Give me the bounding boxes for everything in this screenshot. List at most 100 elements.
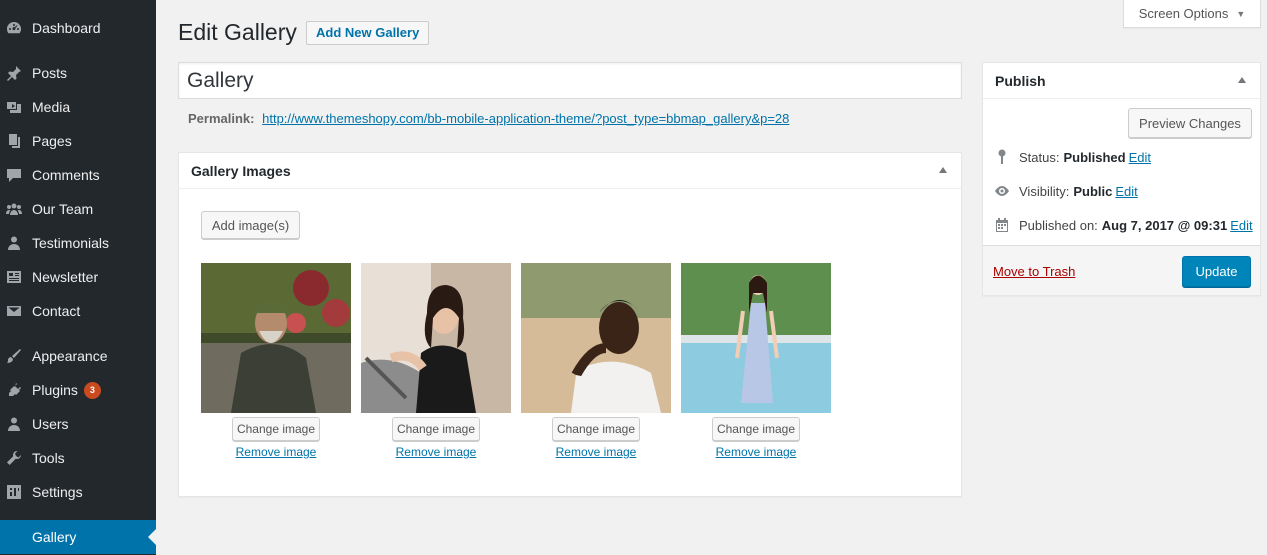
groups-icon	[6, 201, 22, 217]
sidebar-item-newsletter[interactable]: Newsletter	[0, 260, 156, 294]
remove-image-link[interactable]: Remove image	[681, 445, 831, 459]
status-row: Status: Published Edit	[993, 148, 1151, 166]
gallery-item: Change image Remove image	[521, 263, 671, 463]
preview-changes-button[interactable]: Preview Changes	[1128, 108, 1252, 138]
status-value: Published	[1063, 149, 1126, 165]
published-on-label: Published on:	[1019, 217, 1098, 233]
pin-icon	[6, 65, 22, 81]
newsletter-icon	[6, 269, 22, 285]
page-title: Edit Gallery	[178, 19, 297, 45]
permalink: Permalink: http://www.themeshopy.com/bb-…	[188, 111, 789, 126]
remove-image-link[interactable]: Remove image	[361, 445, 511, 459]
remove-image-link[interactable]: Remove image	[521, 445, 671, 459]
gallery-item: Change image Remove image	[361, 263, 511, 463]
pin-icon	[993, 148, 1011, 166]
calendar-icon	[993, 216, 1011, 234]
published-on-value: Aug 7, 2017 @ 09:31	[1101, 217, 1228, 233]
add-new-gallery-button[interactable]: Add New Gallery	[306, 21, 430, 45]
sidebar-item-label: Contact	[32, 303, 81, 319]
gallery-image	[201, 263, 351, 413]
sidebar-item-label: Users	[32, 416, 69, 432]
publish-header[interactable]: Publish	[983, 63, 1260, 99]
move-to-trash-link[interactable]: Move to Trash	[993, 264, 1075, 279]
elderly-man-in-green-cap-photo	[201, 263, 351, 413]
gallery-image	[521, 263, 671, 413]
sidebar-item-testimonials[interactable]: Testimonials	[0, 226, 156, 260]
eye-icon	[993, 182, 1011, 200]
email-icon	[6, 303, 22, 319]
sidebar-item-comments[interactable]: Comments	[0, 158, 156, 192]
users-icon	[6, 416, 22, 432]
sidebar-item-label: Pages	[32, 133, 72, 149]
gallery-item: Change image Remove image	[681, 263, 831, 463]
sidebar-item-label: Comments	[32, 167, 100, 183]
gallery-image	[361, 263, 511, 413]
gallery-item: Change image Remove image	[201, 263, 351, 463]
screen-options-label: Screen Options	[1138, 6, 1229, 21]
edit-visibility-link[interactable]: Edit	[1115, 184, 1137, 199]
permalink-link[interactable]: http://www.themeshopy.com/bb-mobile-appl…	[262, 111, 789, 126]
edit-status-link[interactable]: Edit	[1129, 150, 1151, 165]
screen-options-button[interactable]: Screen Options ▼	[1123, 0, 1261, 28]
plugin-icon	[6, 382, 22, 398]
sidebar-item-tools[interactable]: Tools	[0, 441, 156, 475]
gallery-images-header[interactable]: Gallery Images	[179, 153, 961, 189]
visibility-value: Public	[1073, 183, 1113, 199]
publish-box: Publish Preview Changes Status: Publishe…	[982, 62, 1261, 296]
remove-image-link[interactable]: Remove image	[201, 445, 351, 459]
visibility-label: Visibility:	[1019, 183, 1070, 199]
sidebar-item-label: Plugins	[32, 382, 78, 398]
sidebar-item-posts[interactable]: Posts	[0, 56, 156, 90]
change-image-button[interactable]: Change image	[232, 417, 320, 441]
sidebar-item-label: Settings	[32, 484, 83, 500]
user-icon	[6, 235, 22, 251]
title-input[interactable]	[178, 62, 962, 99]
sidebar-item-media[interactable]: Media	[0, 90, 156, 124]
sidebar-item-gallery[interactable]: Gallery	[0, 520, 156, 554]
collapse-arrow-icon[interactable]	[939, 167, 947, 173]
sidebar-item-dashboard[interactable]: Dashboard	[0, 11, 156, 45]
sidebar-item-label: Gallery	[32, 529, 77, 545]
dashboard-icon	[6, 20, 22, 36]
add-images-button[interactable]: Add image(s)	[201, 211, 300, 239]
sidebar-item-label: Our Team	[32, 201, 94, 217]
sidebar-item-settings[interactable]: Settings	[0, 475, 156, 509]
caret-down-icon: ▼	[1236, 8, 1246, 19]
plugin-update-count-badge: 3	[83, 381, 101, 399]
gallery-images-box: Gallery Images Add image(s) Change image…	[178, 152, 962, 497]
sidebar-item-contact[interactable]: Contact	[0, 294, 156, 328]
admin-sidebar: Dashboard Posts Media Pages Comments Our…	[0, 0, 156, 555]
wrench-icon	[6, 450, 22, 466]
publish-title: Publish	[995, 72, 1046, 89]
settings-icon	[6, 484, 22, 500]
collapse-arrow-icon[interactable]	[1238, 77, 1246, 83]
sidebar-item-appearance[interactable]: Appearance	[0, 339, 156, 373]
pages-icon	[6, 133, 22, 149]
sidebar-item-label: Testimonials	[32, 235, 110, 251]
update-button[interactable]: Update	[1182, 256, 1251, 287]
sidebar-item-plugins[interactable]: Plugins 3	[0, 373, 156, 407]
sidebar-item-pages[interactable]: Pages	[0, 124, 156, 158]
paintbrush-icon	[6, 348, 22, 364]
permalink-label: Permalink:	[188, 111, 255, 126]
woman-in-blue-dress-by-pool-photo	[681, 263, 831, 413]
published-on-row: Published on: Aug 7, 2017 @ 09:31 Edit	[993, 216, 1253, 234]
edit-date-link[interactable]: Edit	[1230, 218, 1252, 233]
comment-icon	[6, 167, 22, 183]
sidebar-item-label: Posts	[32, 65, 68, 81]
man-in-white-shirt-thinking-photo	[521, 263, 671, 413]
sidebar-item-label: Tools	[32, 450, 65, 466]
sidebar-item-label: Newsletter	[32, 269, 99, 285]
woman-in-black-lace-top-photo	[361, 263, 511, 413]
change-image-button[interactable]: Change image	[552, 417, 640, 441]
status-label: Status:	[1019, 149, 1060, 165]
gallery-images-title: Gallery Images	[191, 162, 291, 179]
publish-actions: Move to Trash Update	[983, 245, 1260, 295]
change-image-button[interactable]: Change image	[712, 417, 800, 441]
media-icon	[6, 99, 22, 115]
gallery-image	[681, 263, 831, 413]
sidebar-item-users[interactable]: Users	[0, 407, 156, 441]
sidebar-item-label: Media	[32, 99, 71, 115]
change-image-button[interactable]: Change image	[392, 417, 480, 441]
sidebar-item-our-team[interactable]: Our Team	[0, 192, 156, 226]
